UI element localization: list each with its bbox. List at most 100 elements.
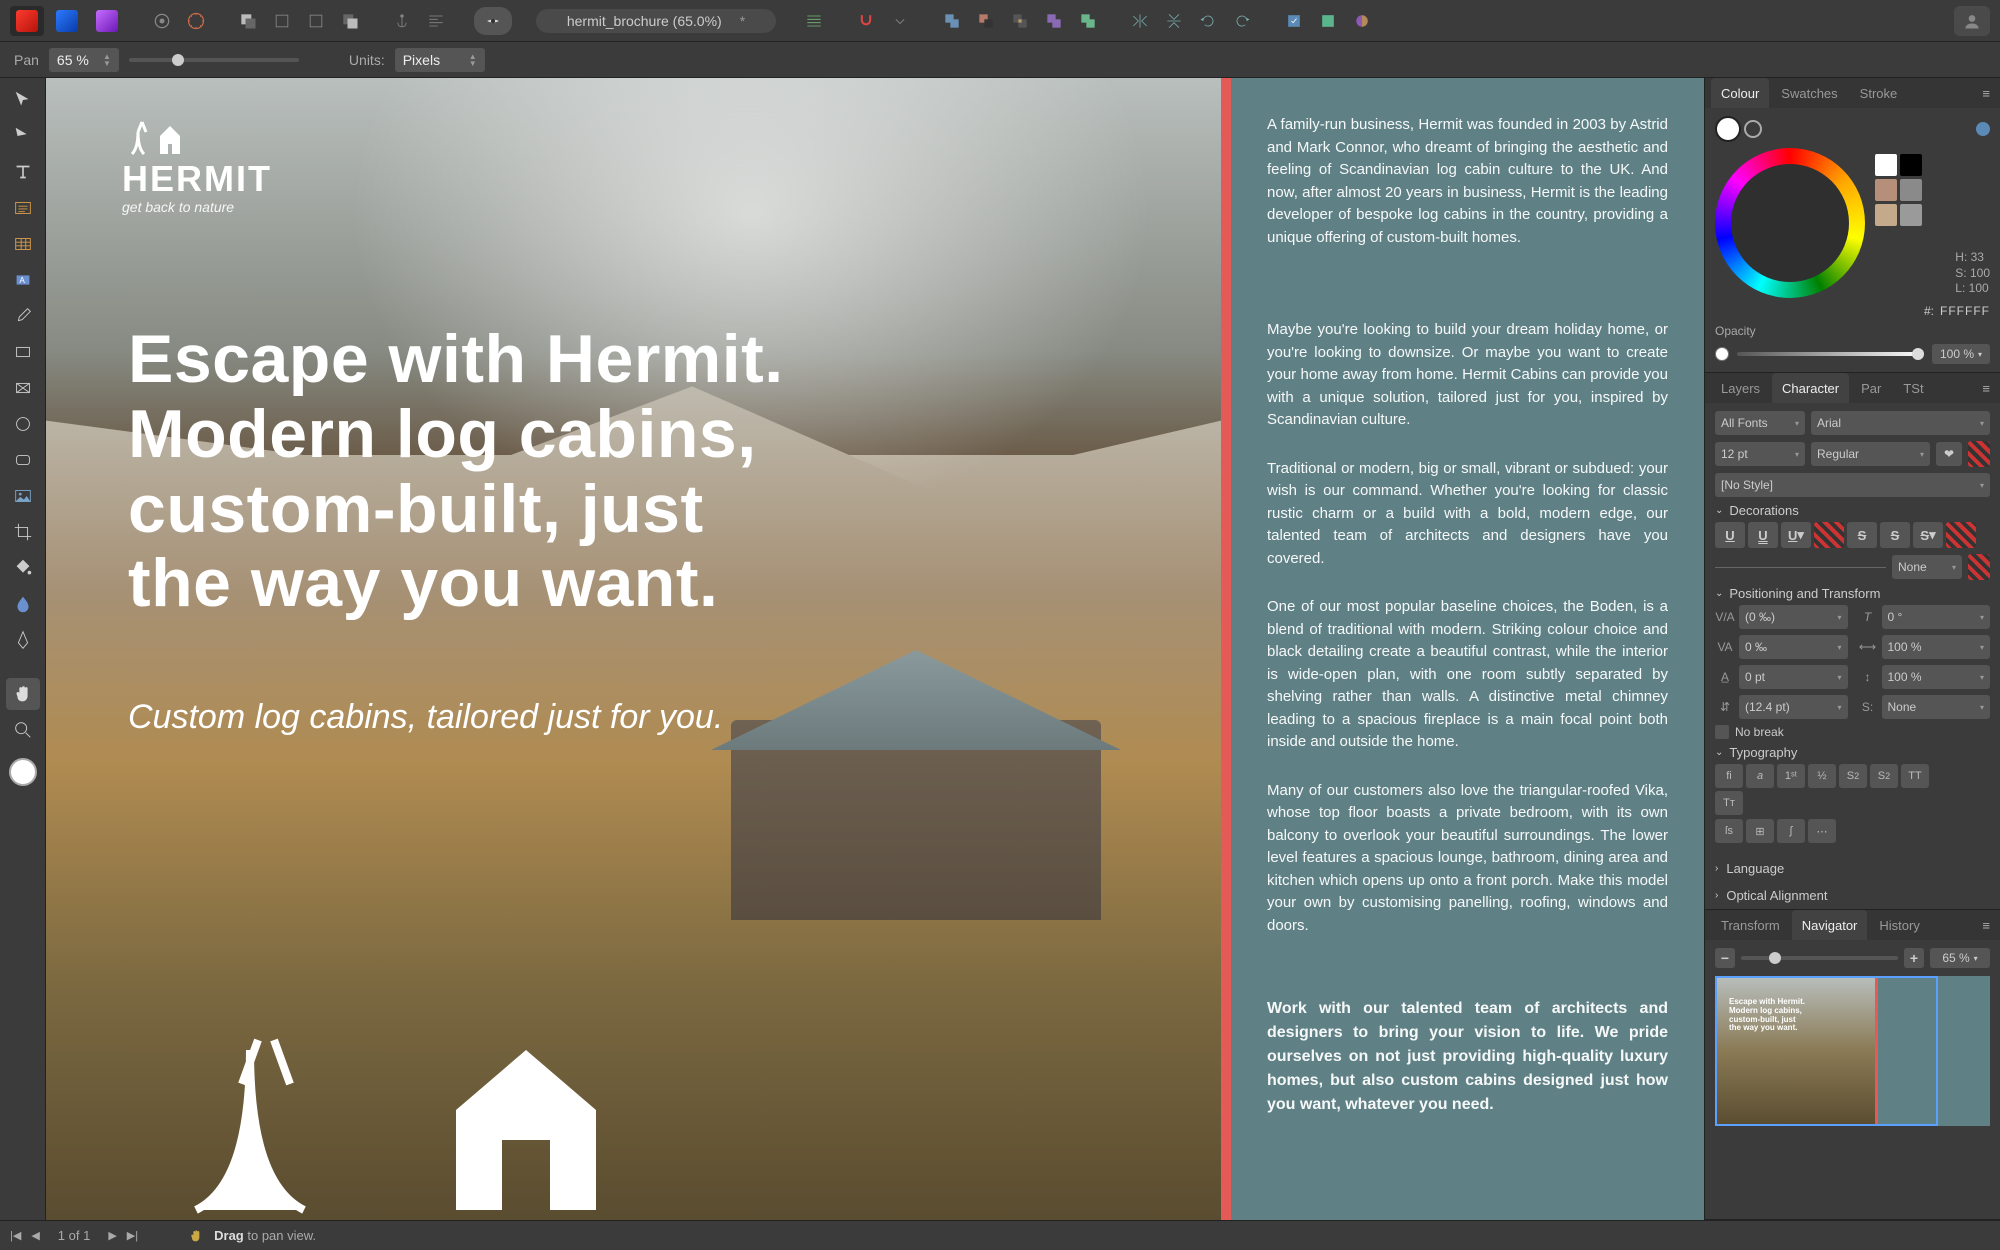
rotate-ccw-icon[interactable] [1194,7,1222,35]
tab-history[interactable]: History [1869,910,1929,940]
smallcaps-btn[interactable]: Tᴛ [1715,791,1743,815]
shear-field[interactable]: 0 °▾ [1882,605,1991,629]
opacity-slider[interactable] [1737,352,1924,356]
tab-layers[interactable]: Layers [1711,373,1770,403]
ligatures-btn[interactable]: fi [1715,764,1743,788]
baseline-field[interactable]: 0 pt▾ [1739,665,1848,689]
tab-navigator[interactable]: Navigator [1792,910,1868,940]
arrange-back-icon[interactable] [336,7,364,35]
pen-tool[interactable] [6,624,40,656]
canvas[interactable]: HERMIT get back to nature Escape with He… [46,78,1704,1220]
hscale-field[interactable]: 100 %▾ [1882,635,1991,659]
page-first-icon[interactable]: |◀ [10,1229,21,1242]
secondary-colour-well[interactable] [1976,122,1990,136]
preflight-icon[interactable] [1280,7,1308,35]
page-prev-icon[interactable]: ◀ [31,1229,39,1242]
tab-swatches[interactable]: Swatches [1771,78,1847,108]
table-tool[interactable] [6,228,40,260]
anchor-icon[interactable] [388,7,416,35]
nav-zoom-out-btn[interactable]: − [1715,948,1735,968]
op-divide-icon[interactable] [1040,7,1068,35]
op-xor-icon[interactable] [1074,7,1102,35]
tabular-btn[interactable]: ⊞ [1746,819,1774,843]
double-strike-btn[interactable]: S [1880,522,1910,548]
shape-text-tool[interactable]: A [6,264,40,296]
zoom-field[interactable]: 65 %▲▼ [49,48,119,72]
contextual-btn[interactable]: ſs [1715,819,1743,843]
navigator-panel-menu-icon[interactable]: ≡ [1978,918,1994,933]
move-tool[interactable] [6,84,40,116]
hex-value[interactable]: FFFFFF [1940,304,1990,318]
decoration-none-btn[interactable] [1968,554,1990,580]
rotate-cw-icon[interactable] [1228,7,1256,35]
double-underline-btn[interactable]: U [1748,522,1778,548]
alt-a-btn[interactable]: a [1746,764,1774,788]
decoration-style-dropdown[interactable]: None▾ [1892,555,1962,579]
op-add-icon[interactable] [938,7,966,35]
persona-publisher[interactable] [10,6,44,36]
tab-character[interactable]: Character [1772,373,1849,403]
nav-zoom-in-btn[interactable]: + [1904,948,1924,968]
snapping-icon[interactable] [852,7,880,35]
baseline-grid-icon[interactable] [800,7,828,35]
resource-manager-icon[interactable] [1348,7,1376,35]
sw-white[interactable] [1875,154,1897,176]
typography-header[interactable]: Typography [1729,745,1797,760]
account-icon[interactable] [1954,6,1990,36]
text-wrap-icon[interactable] [422,7,450,35]
sw-tan[interactable] [1875,179,1897,201]
page-next-icon[interactable]: ▶ [108,1229,116,1242]
arrange-backward-icon[interactable] [302,7,330,35]
swash-btn[interactable]: ʃ [1777,819,1805,843]
tab-transform[interactable]: Transform [1711,910,1790,940]
colour-panel-menu-icon[interactable]: ≡ [1978,86,1994,101]
eyedropper-tool[interactable] [6,300,40,332]
underline-colour-btn[interactable]: U▾ [1781,522,1811,548]
tab-paragraph[interactable]: Par [1851,373,1891,403]
document-title[interactable]: hermit_brochure (65.0%)* [536,9,776,33]
leading-override-field[interactable]: (12.4 pt)▾ [1739,695,1848,719]
vscale-field[interactable]: 100 %▾ [1882,665,1991,689]
section-manager-icon[interactable] [1314,7,1342,35]
document-setup-icon[interactable] [148,7,176,35]
underline-btn[interactable]: U [1715,522,1745,548]
pan-tool[interactable] [6,678,40,710]
language-section[interactable]: ›Language [1705,855,2000,882]
nav-zoom-field[interactable]: 65 %▾ [1930,948,1990,968]
decorations-header[interactable]: Decorations [1729,503,1798,518]
font-family-dropdown[interactable]: Arial▾ [1811,411,1990,435]
op-intersect-icon[interactable] [1006,7,1034,35]
zoom-slider[interactable] [129,58,299,62]
transparency-tool[interactable] [6,588,40,620]
vector-crop-tool[interactable] [6,516,40,548]
ordinals-btn[interactable]: 1ˢᵗ [1777,764,1805,788]
fill-colour-well[interactable] [1715,116,1741,142]
nav-preview[interactable]: Escape with Hermit.Modern log cabins,cus… [1715,976,1990,1126]
snapping-options-icon[interactable] [886,7,914,35]
picture-frame-tool[interactable] [6,372,40,404]
preview-mode-icon[interactable] [474,7,512,35]
tab-stroke[interactable]: Stroke [1850,78,1908,108]
nav-zoom-slider[interactable] [1741,956,1898,960]
text-style-dropdown[interactable]: [No Style]▾ [1715,473,1990,497]
tab-text-styles[interactable]: TSt [1893,373,1933,403]
frame-text-tool[interactable] [6,192,40,224]
arrange-front-icon[interactable] [234,7,262,35]
flip-horizontal-icon[interactable] [1126,7,1154,35]
colour-wheel[interactable] [1715,148,1865,298]
stroke-colour-well[interactable] [1744,120,1762,138]
font-weight-dropdown[interactable]: Regular▾ [1811,442,1930,466]
preferences-icon[interactable] [182,7,210,35]
font-collection-dropdown[interactable]: All Fonts▾ [1715,411,1805,435]
fill-swatch[interactable] [9,758,37,786]
sw-grey[interactable] [1900,179,1922,201]
tracking-field[interactable]: 0 ‰▾ [1739,635,1848,659]
persona-photo[interactable] [90,6,124,36]
persona-designer[interactable] [50,6,84,36]
sw-sand[interactable] [1875,204,1897,226]
font-none-icon[interactable] [1968,441,1990,467]
font-favorite-icon[interactable]: ❤ [1936,442,1962,466]
sw-black[interactable] [1900,154,1922,176]
page-last-icon[interactable]: ▶| [127,1229,138,1242]
strikethrough-btn[interactable]: S [1847,522,1877,548]
